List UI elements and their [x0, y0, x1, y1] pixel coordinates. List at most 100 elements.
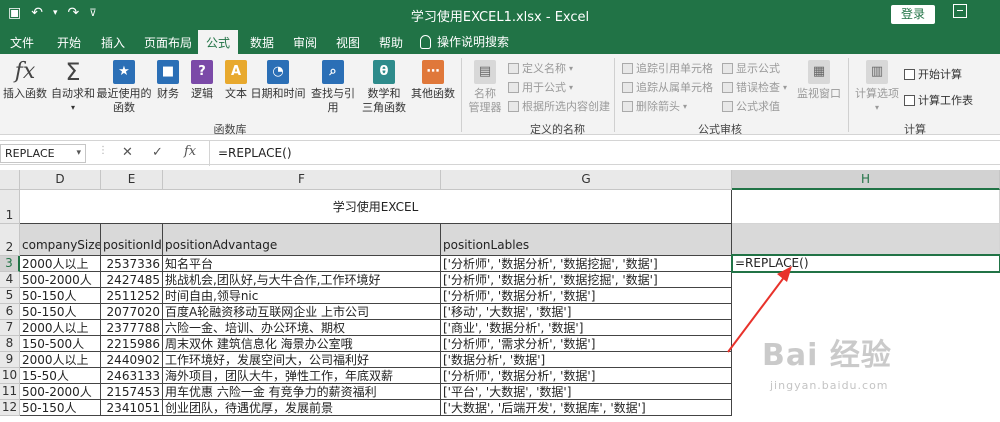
cell-position-lables[interactable]: ['移动', '大数据', '数据']	[441, 304, 732, 320]
tab-view[interactable]: 视图	[336, 34, 360, 51]
logical-button[interactable]: ? 逻辑	[186, 60, 218, 101]
cell-position-advantage[interactable]: 六险一金、培训、办公环境、期权	[163, 320, 441, 336]
cell-position-lables[interactable]: ['分析师', '数据分析', '数据挖掘', '数据']	[441, 272, 732, 288]
cell-position-id[interactable]: 2427485	[101, 272, 163, 288]
cell-position-id[interactable]: 2463133	[101, 368, 163, 384]
row-header[interactable]: 11	[0, 384, 20, 400]
name-manager-button[interactable]: ▤ 名称 管理器	[465, 60, 505, 115]
column-title-positionlables[interactable]: positionLables	[441, 224, 732, 256]
row-header[interactable]: 1	[0, 190, 20, 224]
remove-arrows-button[interactable]: 删除箭头 ▾	[622, 98, 687, 114]
text-button[interactable]: A 文本	[220, 60, 252, 101]
insert-function-icon[interactable]: fx	[184, 144, 196, 159]
row-header[interactable]: 2	[0, 224, 20, 256]
tab-formulas[interactable]: 公式	[198, 30, 239, 54]
cell-position-lables[interactable]: ['分析师', '数据分析', '数据挖掘', '数据']	[441, 256, 732, 272]
row-header[interactable]: 3	[0, 256, 20, 272]
watch-window-button[interactable]: ▦ 监视窗口	[794, 60, 844, 101]
name-box[interactable]: REPLACE ▾	[0, 144, 86, 163]
table-cell[interactable]	[732, 190, 1000, 224]
calculate-now-button[interactable]: 开始计算	[904, 66, 962, 82]
cell-position-lables[interactable]: ['分析师', '需求分析', '数据']	[441, 336, 732, 352]
tab-insert[interactable]: 插入	[101, 34, 125, 51]
row-header[interactable]: 9	[0, 352, 20, 368]
column-title-positionadvantage[interactable]: positionAdvantage	[163, 224, 441, 256]
column-title-companysize[interactable]: companySize	[20, 224, 101, 256]
cell-position-advantage[interactable]: 工作环境好，发展空间大，公司福利好	[163, 352, 441, 368]
tab-data[interactable]: 数据	[250, 34, 274, 51]
ribbon-display-options-icon[interactable]	[953, 4, 967, 18]
login-button[interactable]: 登录	[891, 5, 935, 24]
cell-company-size[interactable]: 2000人以上	[20, 352, 101, 368]
tab-help[interactable]: 帮助	[379, 34, 403, 51]
recently-used-button[interactable]: ★ 最近使用的 函数	[96, 60, 152, 115]
cell-company-size[interactable]: 2000人以上	[20, 320, 101, 336]
autosum-button[interactable]: Σ 自动求和 ▾	[50, 60, 96, 115]
tab-file[interactable]: 文件	[10, 34, 34, 51]
row-header[interactable]: 12	[0, 400, 20, 416]
date-time-button[interactable]: ◔ 日期和时间	[250, 60, 306, 101]
create-from-selection-button[interactable]: 根据所选内容创建	[508, 98, 610, 114]
cell-position-advantage[interactable]: 用车优惠 六险一金 有竞争力的薪资福利	[163, 384, 441, 400]
chevron-down-icon[interactable]: ▾	[76, 145, 81, 162]
cell-position-lables[interactable]: ['数据分析', '数据']	[441, 352, 732, 368]
cell-position-id[interactable]: 2377788	[101, 320, 163, 336]
row-header[interactable]: 8	[0, 336, 20, 352]
cell-position-advantage[interactable]: 知名平台	[163, 256, 441, 272]
tab-page-layout[interactable]: 页面布局	[144, 34, 192, 51]
cell-company-size[interactable]: 500-2000人	[20, 272, 101, 288]
cell-position-advantage[interactable]: 海外项目，团队大牛，弹性工作，年底双薪	[163, 368, 441, 384]
cell-company-size[interactable]: 50-150人	[20, 288, 101, 304]
column-header-g[interactable]: G	[441, 170, 732, 190]
cell-position-lables[interactable]: ['商业', '数据分析', '数据']	[441, 320, 732, 336]
formula-bar-more-icon[interactable]: ⋮	[98, 145, 108, 156]
cell-position-advantage[interactable]: 百度A轮融资移动互联网企业 上市公司	[163, 304, 441, 320]
row-header[interactable]: 7	[0, 320, 20, 336]
table-cell[interactable]	[732, 224, 1000, 256]
cell-position-advantage[interactable]: 创业团队，待遇优厚，发展前景	[163, 400, 441, 416]
cell-position-lables[interactable]: ['平台', '大数据', '数据']	[441, 384, 732, 400]
cell-company-size[interactable]: 150-500人	[20, 336, 101, 352]
cell-position-lables[interactable]: ['分析师', '数据分析', '数据']	[441, 288, 732, 304]
cell-company-size[interactable]: 500-2000人	[20, 384, 101, 400]
error-checking-button[interactable]: 错误检查 ▾	[722, 79, 787, 95]
cell-position-id[interactable]: 2157453	[101, 384, 163, 400]
row-header[interactable]: 6	[0, 304, 20, 320]
cell-position-id[interactable]: 2215986	[101, 336, 163, 352]
trace-precedents-button[interactable]: 追踪引用单元格	[622, 60, 713, 76]
cell-position-id[interactable]: 2537336	[101, 256, 163, 272]
cell-position-id[interactable]: 2511252	[101, 288, 163, 304]
calculation-options-button[interactable]: ▥ 计算选项 ▾	[852, 60, 902, 115]
tell-me-search[interactable]: 操作说明搜索	[420, 33, 509, 50]
confirm-entry-icon[interactable]: ✓	[152, 145, 163, 160]
cell-position-id[interactable]: 2341051	[101, 400, 163, 416]
lookup-reference-button[interactable]: ⌕ 查找与引用	[306, 60, 360, 115]
column-header-e[interactable]: E	[101, 170, 163, 190]
row-header[interactable]: 4	[0, 272, 20, 288]
formula-input[interactable]: =REPLACE()	[209, 141, 1000, 166]
cell-position-id[interactable]: 2077020	[101, 304, 163, 320]
use-in-formula-button[interactable]: 用于公式 ▾	[508, 79, 573, 95]
column-title-positionid[interactable]: positionId	[101, 224, 163, 256]
cell-company-size[interactable]: 50-150人	[20, 400, 101, 416]
cell-position-lables[interactable]: ['大数据', '后端开发', '数据库', '数据']	[441, 400, 732, 416]
tab-review[interactable]: 审阅	[293, 34, 317, 51]
row-header[interactable]: 10	[0, 368, 20, 384]
define-name-button[interactable]: 定义名称 ▾	[508, 60, 573, 76]
cell-position-lables[interactable]: ['分析师', '数据分析', '数据']	[441, 368, 732, 384]
financial-button[interactable]: ■ 财务	[152, 60, 184, 101]
cell-company-size[interactable]: 50-150人	[20, 304, 101, 320]
column-header-f[interactable]: F	[163, 170, 441, 190]
insert-function-button[interactable]: fx 插入函数	[2, 60, 48, 101]
calculate-sheet-button[interactable]: 计算工作表	[904, 92, 973, 108]
cell-position-id[interactable]: 2440902	[101, 352, 163, 368]
cell-position-advantage[interactable]: 挑战机会,团队好,与大牛合作,工作环境好	[163, 272, 441, 288]
column-header-h[interactable]: H	[732, 170, 1000, 190]
row-header[interactable]: 5	[0, 288, 20, 304]
trace-dependents-button[interactable]: 追踪从属单元格	[622, 79, 713, 95]
math-trig-button[interactable]: θ 数学和 三角函数	[362, 60, 406, 115]
cell-position-advantage[interactable]: 时间自由,领导nic	[163, 288, 441, 304]
show-formulas-button[interactable]: 显示公式	[722, 60, 780, 76]
cancel-entry-icon[interactable]: ✕	[122, 145, 133, 160]
more-functions-button[interactable]: ⋯ 其他函数	[410, 60, 456, 101]
